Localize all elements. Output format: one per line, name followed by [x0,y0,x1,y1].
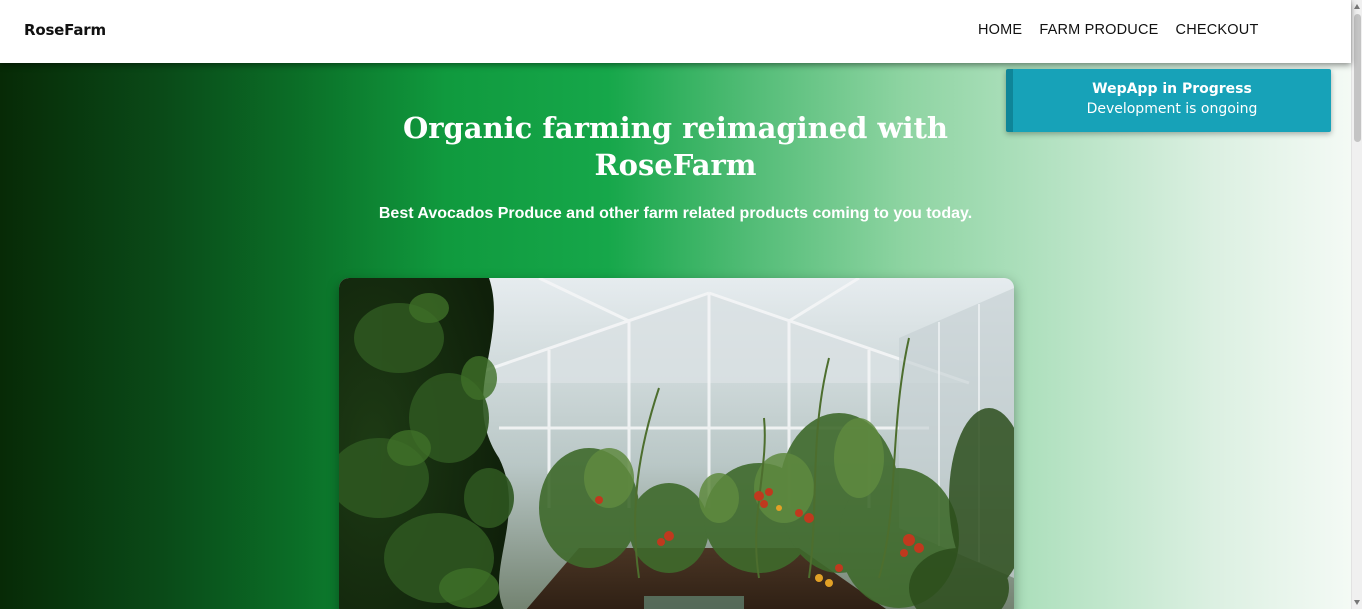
scroll-thumb[interactable] [1354,14,1361,142]
nav-link-home[interactable]: HOME [978,22,1022,38]
progress-toast[interactable]: WepApp in Progress Development is ongoin… [1006,69,1331,132]
hero-title-line-2: RoseFarm [594,148,757,182]
toast-title: WepApp in Progress [1092,81,1252,97]
hero-title: Organic farming reimagined with RoseFarm [400,110,951,184]
greenhouse-illustration [339,278,1014,609]
navbar: RoseFarm HOME FARM PRODUCE CHECKOUT [0,0,1351,63]
greenhouse-image [339,278,1014,609]
nav-link-checkout[interactable]: CHECKOUT [1176,22,1259,38]
nav-link-farm-produce[interactable]: FARM PRODUCE [1039,22,1158,38]
hero-subtitle: Best Avocados Produce and other farm rel… [378,205,973,222]
page-scrollbar[interactable] [1351,0,1362,609]
toast-message: Development is ongoing [1086,101,1258,117]
scroll-up-icon[interactable] [1354,4,1360,9]
scroll-down-icon[interactable] [1354,600,1360,605]
nav-links: HOME FARM PRODUCE CHECKOUT [978,22,1276,38]
hero-section: Organic farming reimagined with RoseFarm… [0,63,1351,609]
hero-title-line-1: Organic farming reimagined with [402,111,949,145]
brand-logo[interactable]: RoseFarm [24,21,106,39]
